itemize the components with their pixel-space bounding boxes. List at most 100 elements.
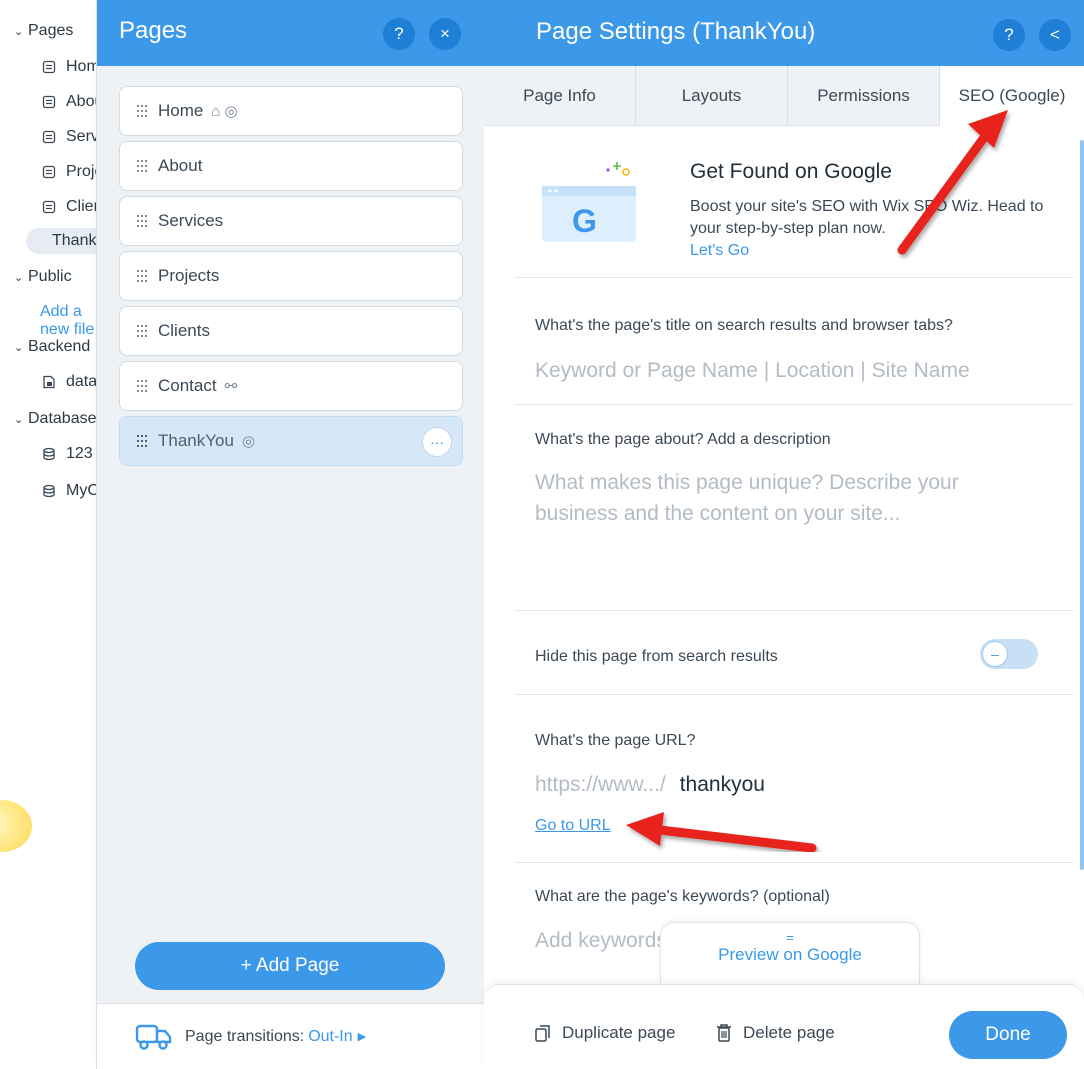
- hide-from-search-toggle[interactable]: –: [980, 639, 1038, 669]
- duplicate-page-button[interactable]: Duplicate page: [534, 1023, 675, 1043]
- tab-seo-google[interactable]: SEO (Google): [940, 66, 1084, 126]
- tree-section-pages[interactable]: ⌄ Pages: [14, 22, 73, 40]
- page-settings-header: Page Settings (ThankYou) ? <: [484, 0, 1084, 66]
- page-transitions-bar: Page transitions: Out-In ▶: [97, 1003, 485, 1069]
- pages-panel-title: Pages: [119, 17, 188, 44]
- page-item-contact[interactable]: Contact ⚯: [119, 361, 463, 411]
- settings-tabs: Page Info Layouts Permissions SEO (Googl…: [484, 66, 1084, 126]
- js-file-icon: [43, 375, 55, 389]
- link-icon: ⚯: [224, 378, 238, 395]
- add-page-button[interactable]: + Add Page: [135, 942, 445, 990]
- toggle-knob: –: [982, 641, 1008, 667]
- drag-handle-icon[interactable]: [136, 324, 148, 338]
- tree-section-public[interactable]: ⌄ Public: [14, 268, 72, 286]
- drag-handle-icon[interactable]: [136, 159, 148, 173]
- seo-title-label: What's the page's title on search result…: [535, 317, 953, 334]
- seo-promo-banner: G Get Found on Google Boost your site's …: [514, 130, 1074, 278]
- tree-item-thankyou[interactable]: ThankYou: [26, 228, 100, 254]
- pages-panel-header: Pages ? ×: [97, 0, 485, 66]
- help-bubble-icon[interactable]: [0, 800, 32, 852]
- page-settings-panel: Page Settings (ThankYou) ? < Page Info L…: [484, 0, 1084, 1069]
- page-file-icon: [42, 60, 56, 74]
- pages-close-button[interactable]: ×: [429, 18, 461, 50]
- chevron-down-icon: ⌄: [14, 341, 24, 354]
- drag-handle-icon[interactable]: [136, 104, 148, 118]
- seo-keywords-label: What are the page's keywords? (optional): [535, 888, 830, 905]
- page-item-clients[interactable]: Clients: [119, 306, 463, 356]
- drag-handle-icon[interactable]: [136, 379, 148, 393]
- seo-description-label: What's the page about? Add a description: [535, 431, 831, 448]
- pages-panel: Pages ? × Home ⌂ ◎ About Services Projec…: [96, 0, 485, 1069]
- page-transitions-link[interactable]: Out-In: [308, 1028, 352, 1046]
- trash-icon: [717, 1024, 731, 1042]
- page-more-actions-button[interactable]: ···: [422, 427, 452, 457]
- settings-help-button[interactable]: ?: [993, 19, 1025, 51]
- site-structure-tree: ⌄ Pages Home About Services Projects Cli…: [0, 0, 100, 1069]
- tree-section-backend[interactable]: ⌄ Backend: [14, 338, 90, 356]
- seo-promo-text: Boost your site's SEO with Wix SEO Wiz. …: [690, 198, 1044, 237]
- drag-handle-icon[interactable]: [136, 434, 148, 448]
- chevron-down-icon: ⌄: [14, 413, 24, 426]
- add-file-link[interactable]: Add a new file: [40, 303, 100, 339]
- truck-icon: [135, 1024, 172, 1050]
- seo-description-input[interactable]: What makes this page unique? Describe yo…: [535, 467, 1035, 529]
- hidden-eye-icon: ◎: [241, 433, 256, 450]
- tree-item-projects[interactable]: Projects: [42, 163, 100, 181]
- database-icon: [43, 447, 55, 461]
- page-item-services[interactable]: Services: [119, 196, 463, 246]
- page-url-field: What's the page URL? https://www.../than…: [514, 695, 1074, 863]
- page-file-icon: [42, 165, 56, 179]
- done-button[interactable]: Done: [949, 1011, 1067, 1059]
- pages-help-button[interactable]: ?: [383, 18, 415, 50]
- preview-on-google-tab[interactable]: = Preview on Google: [660, 922, 920, 984]
- seo-title-field: What's the page's title on search result…: [514, 279, 1074, 405]
- tree-item-collection-my[interactable]: MyCollection: [42, 482, 100, 500]
- page-item-home[interactable]: Home ⌂ ◎: [119, 86, 463, 136]
- lets-go-link[interactable]: Let's Go: [690, 242, 749, 260]
- tree-item-about[interactable]: About: [42, 93, 100, 111]
- page-item-thankyou[interactable]: ThankYou ◎ ···: [119, 416, 463, 466]
- settings-back-button[interactable]: <: [1039, 19, 1071, 51]
- tree-item-data-js[interactable]: data.js: [42, 373, 100, 391]
- tab-layouts[interactable]: Layouts: [636, 66, 788, 126]
- home-hidden-icons: ⌂ ◎: [211, 103, 238, 120]
- page-item-projects[interactable]: Projects: [119, 251, 463, 301]
- settings-scrollbar[interactable]: [1080, 140, 1084, 870]
- editor-root: ⌄ Pages Home About Services Projects Cli…: [0, 0, 1084, 1069]
- page-file-icon: [42, 200, 56, 214]
- drag-handle-icon[interactable]: [136, 214, 148, 228]
- tree-item-collection-123[interactable]: 123: [42, 445, 93, 463]
- page-url-label: What's the page URL?: [535, 732, 696, 749]
- chevron-down-icon: ⌄: [14, 271, 24, 284]
- seo-description-field: What's the page about? Add a description…: [514, 405, 1074, 611]
- seo-keywords-input[interactable]: Add keywords: [535, 925, 667, 956]
- delete-page-button[interactable]: Delete page: [715, 1023, 835, 1043]
- settings-footer: Duplicate page Delete page Done: [484, 984, 1084, 1069]
- google-search-illustration-icon: G: [542, 162, 636, 242]
- page-file-icon: [42, 130, 56, 144]
- duplicate-icon: [535, 1025, 550, 1042]
- drag-lines-icon: =: [786, 930, 794, 945]
- drag-handle-icon[interactable]: [136, 269, 148, 283]
- page-settings-title: Page Settings (ThankYou): [536, 18, 816, 45]
- tree-item-services[interactable]: Services: [42, 128, 100, 146]
- play-arrow-icon: ▶: [357, 1031, 367, 1043]
- page-url-value: https://www.../thankyou: [535, 773, 765, 796]
- svg-text:G: G: [572, 203, 597, 239]
- tree-item-clients[interactable]: Clients: [42, 198, 100, 216]
- database-icon: [43, 484, 55, 498]
- tree-section-database[interactable]: ⌄ Database: [14, 410, 97, 428]
- tree-item-home[interactable]: Home: [42, 58, 100, 76]
- chevron-down-icon: ⌄: [14, 25, 24, 38]
- tab-page-info[interactable]: Page Info: [484, 66, 636, 126]
- seo-title-input[interactable]: Keyword or Page Name | Location | Site N…: [535, 355, 970, 386]
- hide-from-search-row: Hide this page from search results –: [514, 611, 1074, 695]
- pages-list: Home ⌂ ◎ About Services Projects Clients: [119, 86, 463, 471]
- go-to-url-link[interactable]: Go to URL: [535, 817, 611, 835]
- page-file-icon: [42, 95, 56, 109]
- page-item-about[interactable]: About: [119, 141, 463, 191]
- seo-promo-heading: Get Found on Google: [690, 160, 892, 183]
- page-url-slug-input[interactable]: thankyou: [680, 773, 765, 796]
- tab-permissions[interactable]: Permissions: [788, 66, 940, 126]
- hide-from-search-label: Hide this page from search results: [535, 648, 778, 665]
